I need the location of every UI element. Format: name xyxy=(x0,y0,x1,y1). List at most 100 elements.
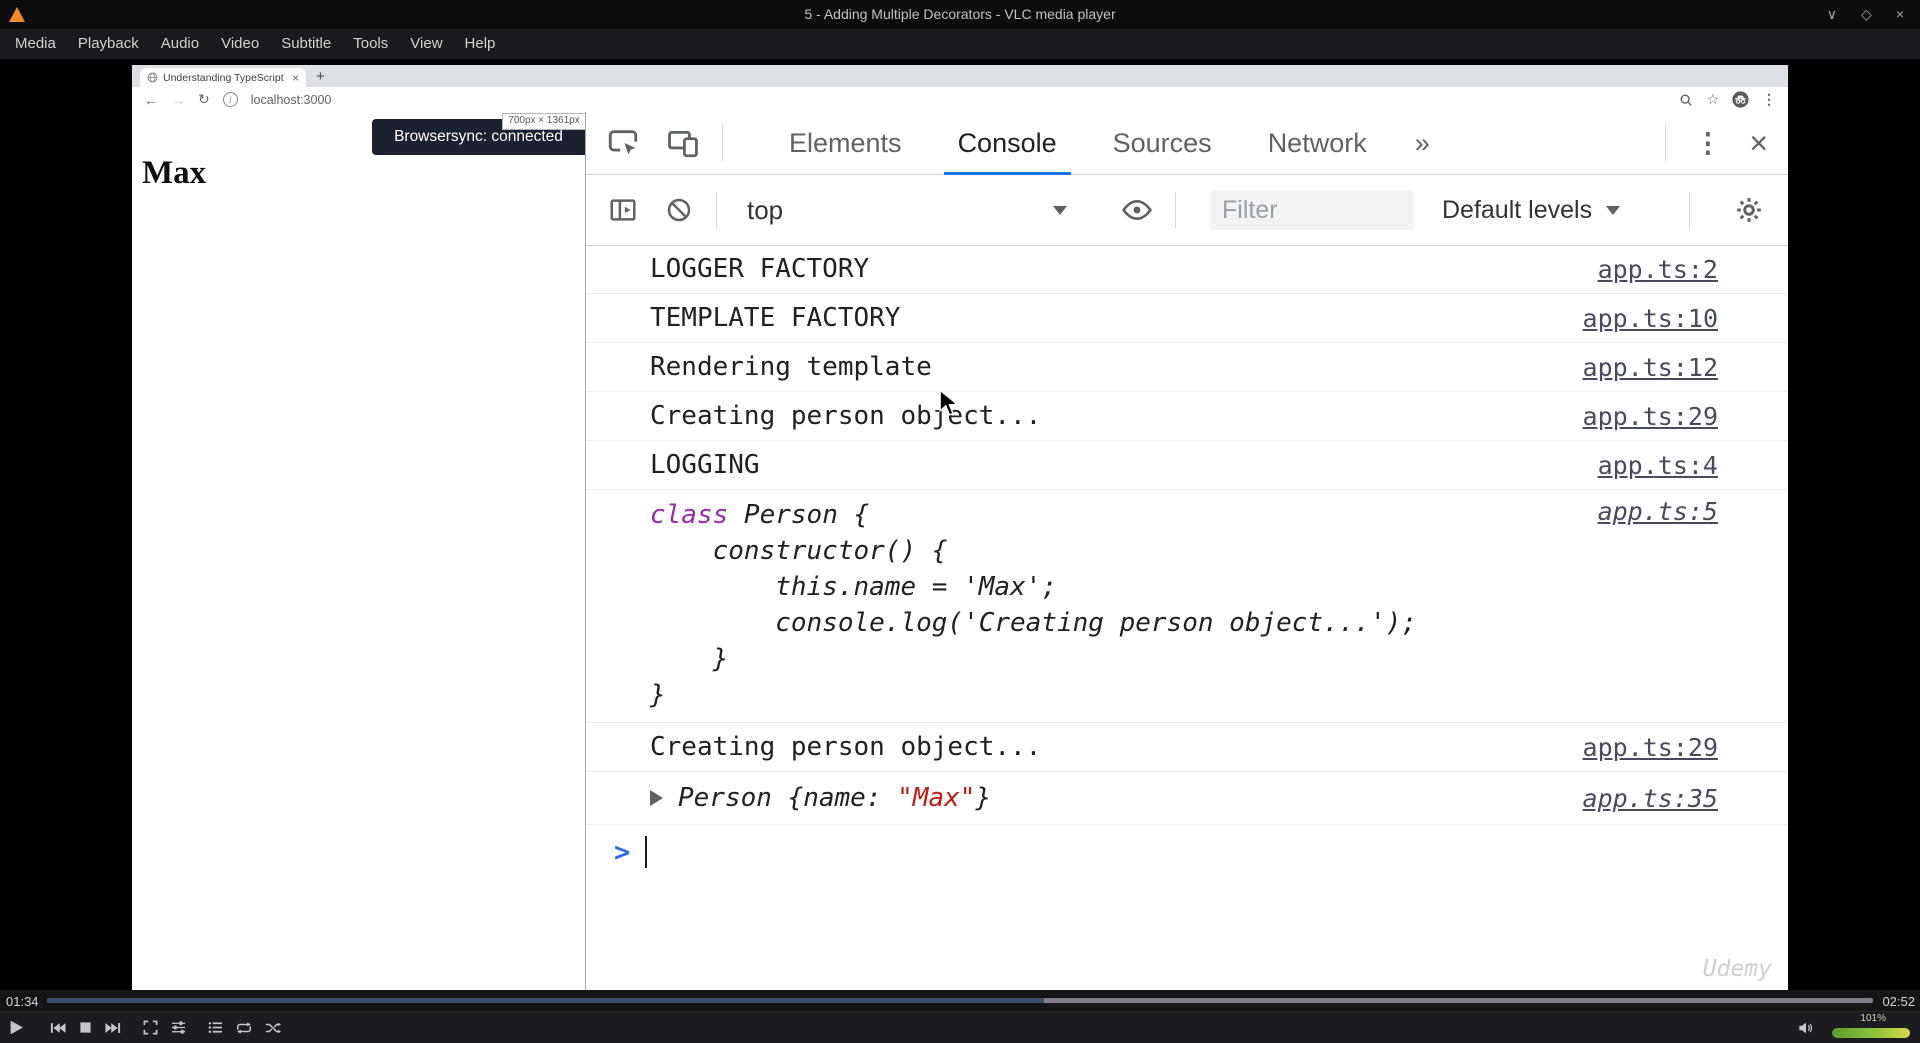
forward-icon[interactable]: → xyxy=(171,92,185,108)
menu-help[interactable]: Help xyxy=(454,29,507,59)
console-source-link[interactable]: app.ts:4 xyxy=(1578,451,1718,480)
back-icon[interactable]: ← xyxy=(144,92,158,108)
console-message-text: TEMPLATE FACTORY xyxy=(650,303,901,333)
more-tabs-icon[interactable]: » xyxy=(1395,128,1450,159)
menu-view[interactable]: View xyxy=(399,29,453,59)
tab-network[interactable]: Network xyxy=(1240,112,1395,174)
console-messages: LOGGER FACTORY app.ts:2 TEMPLATE FACTORY… xyxy=(586,245,1788,990)
console-filter-input[interactable] xyxy=(1210,190,1414,230)
time-duration: 02:52 xyxy=(1882,994,1915,1009)
frame-context-select[interactable]: top xyxy=(747,195,1067,226)
console-message: Creating person object... app.ts:29 xyxy=(586,392,1788,441)
video-area[interactable]: Understanding TypeScript × + ← → ↻ i loc… xyxy=(0,59,1920,990)
console-prompt[interactable]: > xyxy=(586,825,1788,879)
console-source-link[interactable]: app.ts:5 xyxy=(1578,497,1718,526)
volume-widget: 101% xyxy=(1790,1012,1910,1043)
browser-tab[interactable]: Understanding TypeScript × xyxy=(140,68,306,87)
class-source-code: class Person { constructor() { this.name… xyxy=(650,500,1418,710)
menu-subtitle[interactable]: Subtitle xyxy=(270,29,342,59)
seek-slider[interactable] xyxy=(47,998,1873,1003)
devtools-menu-kebab-icon[interactable]: ⋮ xyxy=(1694,128,1721,159)
reload-icon[interactable]: ↻ xyxy=(198,91,210,108)
log-levels-select[interactable]: Default levels xyxy=(1442,195,1621,225)
menu-video[interactable]: Video xyxy=(210,29,270,59)
incognito-icon xyxy=(1732,91,1749,108)
tab-favicon-globe-icon xyxy=(147,72,158,83)
url-field[interactable]: localhost:3000 xyxy=(251,93,332,107)
log-levels-value: Default levels xyxy=(1442,195,1593,224)
tab-console[interactable]: Console xyxy=(930,112,1085,175)
browser-content: Max Browsersync: connected 700px × 1361p… xyxy=(132,112,1788,990)
speaker-icon[interactable] xyxy=(1798,1021,1814,1040)
frame-context-value: top xyxy=(747,194,784,225)
menu-tools[interactable]: Tools xyxy=(342,29,399,59)
next-button[interactable] xyxy=(105,1021,121,1035)
browser-window: Understanding TypeScript × + ← → ↻ i loc… xyxy=(132,65,1788,990)
stop-button[interactable] xyxy=(79,1021,92,1034)
browser-menu-kebab-icon[interactable]: ⋮ xyxy=(1762,91,1776,108)
titlebar: 5 - Adding Multiple Decorators - VLC med… xyxy=(0,0,1920,29)
tab-elements[interactable]: Elements xyxy=(761,112,930,174)
separator xyxy=(1175,192,1176,228)
separator xyxy=(1689,192,1690,228)
console-message-text: Creating person object... xyxy=(650,732,1042,762)
devtools-close-icon[interactable]: × xyxy=(1749,127,1768,159)
console-source-link[interactable]: app.ts:10 xyxy=(1563,304,1718,333)
maximize-button[interactable]: ◇ xyxy=(1861,6,1872,23)
devtools-tabbar: Elements Console Sources Network » ⋮ × xyxy=(586,112,1788,175)
console-source-link[interactable]: app.ts:2 xyxy=(1578,255,1718,284)
addressbar-actions: ☆ ⋮ xyxy=(1679,91,1776,108)
menu-playback[interactable]: Playback xyxy=(67,29,150,59)
chevron-down-icon xyxy=(1606,205,1621,215)
clear-console-icon[interactable] xyxy=(664,195,694,225)
tab-title: Understanding TypeScript xyxy=(163,71,284,84)
console-toolbar: top Default levels xyxy=(586,175,1788,246)
previous-button[interactable] xyxy=(50,1021,66,1035)
zoom-icon[interactable] xyxy=(1679,93,1693,107)
volume-slider[interactable] xyxy=(1832,1028,1910,1038)
object-preview: Person {name: "Max"} xyxy=(678,783,992,813)
console-message-class-source: class Person { constructor() { this.name… xyxy=(586,490,1788,723)
console-message: LOGGING app.ts:4 xyxy=(586,441,1788,490)
page-title: Max xyxy=(142,155,207,192)
menu-audio[interactable]: Audio xyxy=(150,29,210,59)
page-viewport: Max Browsersync: connected 700px × 1361p… xyxy=(132,112,585,990)
console-source-link[interactable]: app.ts:12 xyxy=(1563,353,1718,382)
settings-gear-icon[interactable] xyxy=(1734,195,1764,225)
console-message: LOGGER FACTORY app.ts:2 xyxy=(586,245,1788,294)
live-expression-eye-icon[interactable] xyxy=(1121,194,1153,226)
console-source-link[interactable]: app.ts:35 xyxy=(1563,784,1718,813)
tab-close-icon[interactable]: × xyxy=(292,72,299,84)
inspect-element-icon[interactable] xyxy=(606,126,640,160)
site-info-icon[interactable]: i xyxy=(222,92,238,107)
fullscreen-button[interactable] xyxy=(143,1020,158,1035)
console-source-link[interactable]: app.ts:29 xyxy=(1563,402,1718,431)
console-object-row[interactable]: Person {name: "Max"} app.ts:35 xyxy=(586,772,1788,825)
device-toolbar-icon[interactable] xyxy=(666,126,700,160)
menu-media[interactable]: Media xyxy=(4,29,67,59)
vlc-window: 5 - Adding Multiple Decorators - VLC med… xyxy=(0,0,1920,1043)
seek-row: 01:34 02:52 xyxy=(0,990,1920,1011)
play-button[interactable] xyxy=(8,1019,25,1036)
close-button[interactable]: × xyxy=(1896,6,1904,23)
new-tab-button[interactable]: + xyxy=(316,67,325,87)
console-sidebar-toggle-icon[interactable] xyxy=(608,195,638,225)
bookmark-star-icon[interactable]: ☆ xyxy=(1706,91,1719,108)
console-message-text: LOGGER FACTORY xyxy=(650,254,870,284)
playback-controls: 101% xyxy=(0,1011,1920,1043)
transport-buttons xyxy=(8,1012,281,1043)
console-message-text: Rendering template xyxy=(650,352,932,382)
minimize-button[interactable]: ∨ xyxy=(1827,6,1837,23)
console-message-text: LOGGING xyxy=(650,450,760,480)
expand-triangle-icon[interactable] xyxy=(650,790,663,806)
extended-settings-button[interactable] xyxy=(171,1020,186,1035)
console-source-link[interactable]: app.ts:29 xyxy=(1563,733,1718,762)
shuffle-button[interactable] xyxy=(265,1021,281,1035)
viewport-dimensions-tooltip: 700px × 1361px xyxy=(502,113,585,130)
browser-tabstrip: Understanding TypeScript × + xyxy=(132,65,1788,87)
window-controls: ∨ ◇ × xyxy=(1827,6,1904,23)
time-elapsed: 01:34 xyxy=(6,994,39,1009)
playlist-button[interactable] xyxy=(208,1020,223,1035)
tab-sources[interactable]: Sources xyxy=(1085,112,1240,174)
loop-button[interactable] xyxy=(236,1021,252,1035)
